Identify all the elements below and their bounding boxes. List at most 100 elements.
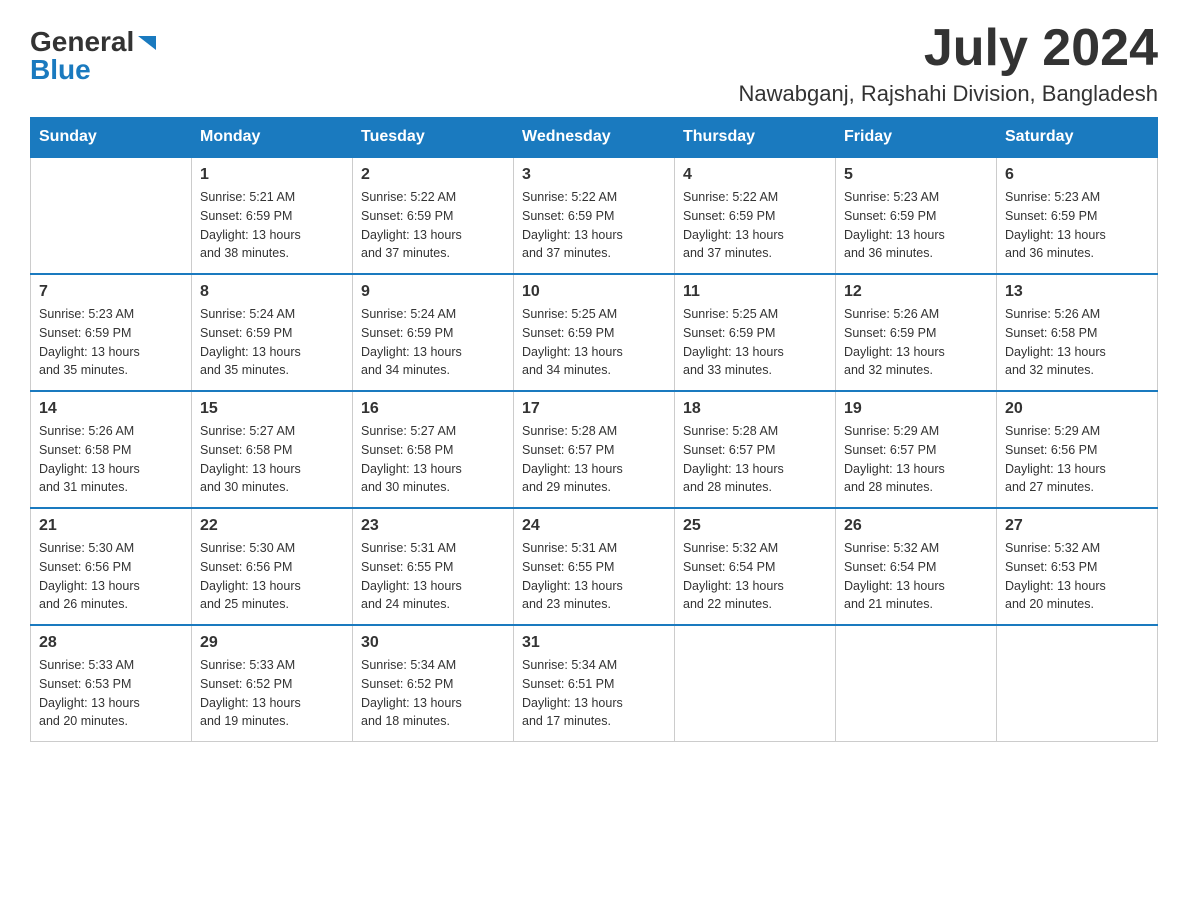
weekday-header-monday: Monday	[192, 118, 353, 158]
calendar-cell: 12 Sunrise: 5:26 AMSunset: 6:59 PMDayligh…	[836, 274, 997, 391]
calendar-week-row: 1 Sunrise: 5:21 AMSunset: 6:59 PMDaylight…	[31, 157, 1158, 274]
calendar-cell: 25Sunrise: 5:32 AMSunset: 6:54 PMDayligh…	[675, 508, 836, 625]
logo-general-text: General	[30, 28, 134, 56]
day-info: Sunrise: 5:32 AMSunset: 6:54 PMDaylight:…	[844, 539, 988, 614]
day-number: 1	[200, 166, 344, 184]
day-number: 31	[522, 634, 666, 652]
day-number: 15	[200, 400, 344, 418]
day-info: Sunrise: 5:28 AMSunset: 6:57 PMDaylight:…	[683, 422, 827, 497]
day-number: 12	[844, 283, 988, 301]
calendar-cell: 6Sunrise: 5:23 AMSunset: 6:59 PMDaylight…	[997, 157, 1158, 274]
weekday-header-wednesday: Wednesday	[514, 118, 675, 158]
calendar-week-row: 14 Sunrise: 5:26 AMSunset: 6:58 PMDayligh…	[31, 391, 1158, 508]
day-number: 8	[200, 283, 344, 301]
calendar-cell: 22 Sunrise: 5:30 AMSunset: 6:56 PMDayligh…	[192, 508, 353, 625]
day-info: Sunrise: 5:28 AMSunset: 6:57 PMDaylight:…	[522, 422, 666, 497]
calendar-cell: 19Sunrise: 5:29 AMSunset: 6:57 PMDayligh…	[836, 391, 997, 508]
day-number: 26	[844, 517, 988, 535]
day-info: Sunrise: 5:31 AMSunset: 6:55 PMDaylight:…	[361, 539, 505, 614]
day-number: 3	[522, 166, 666, 184]
day-info: Sunrise: 5:34 AMSunset: 6:52 PMDaylight:…	[361, 656, 505, 731]
day-info: Sunrise: 5:32 AMSunset: 6:53 PMDaylight:…	[1005, 539, 1149, 614]
logo-triangle-icon	[136, 32, 158, 54]
day-info: Sunrise: 5:24 AMSunset: 6:59 PMDaylight:…	[361, 305, 505, 380]
day-info: Sunrise: 5:29 AMSunset: 6:57 PMDaylight:…	[844, 422, 988, 497]
calendar-cell: 9 Sunrise: 5:24 AMSunset: 6:59 PMDaylight…	[353, 274, 514, 391]
day-info: Sunrise: 5:26 AMSunset: 6:58 PMDaylight:…	[39, 422, 183, 497]
calendar-cell: 8 Sunrise: 5:24 AMSunset: 6:59 PMDaylight…	[192, 274, 353, 391]
day-number: 20	[1005, 400, 1149, 418]
day-info: Sunrise: 5:22 AMSunset: 6:59 PMDaylight:…	[361, 188, 505, 263]
calendar-cell: 5Sunrise: 5:23 AMSunset: 6:59 PMDaylight…	[836, 157, 997, 274]
weekday-header-tuesday: Tuesday	[353, 118, 514, 158]
calendar-cell: 30 Sunrise: 5:34 AMSunset: 6:52 PMDayligh…	[353, 625, 514, 742]
calendar-cell: 26 Sunrise: 5:32 AMSunset: 6:54 PMDayligh…	[836, 508, 997, 625]
day-info: Sunrise: 5:23 AMSunset: 6:59 PMDaylight:…	[39, 305, 183, 380]
day-info: Sunrise: 5:21 AMSunset: 6:59 PMDaylight:…	[200, 188, 344, 263]
day-number: 11	[683, 283, 827, 301]
day-number: 27	[1005, 517, 1149, 535]
weekday-header-sunday: Sunday	[31, 118, 192, 158]
day-number: 14	[39, 400, 183, 418]
day-info: Sunrise: 5:33 AMSunset: 6:52 PMDaylight:…	[200, 656, 344, 731]
weekday-header-thursday: Thursday	[675, 118, 836, 158]
logo-blue-text: Blue	[30, 56, 91, 84]
day-number: 13	[1005, 283, 1149, 301]
day-number: 10	[522, 283, 666, 301]
day-info: Sunrise: 5:22 AMSunset: 6:59 PMDaylight:…	[522, 188, 666, 263]
calendar-cell: 31 Sunrise: 5:34 AMSunset: 6:51 PMDayligh…	[514, 625, 675, 742]
day-info: Sunrise: 5:23 AMSunset: 6:59 PMDaylight:…	[1005, 188, 1149, 263]
day-info: Sunrise: 5:27 AMSunset: 6:58 PMDaylight:…	[200, 422, 344, 497]
weekday-header-saturday: Saturday	[997, 118, 1158, 158]
day-number: 28	[39, 634, 183, 652]
day-info: Sunrise: 5:32 AMSunset: 6:54 PMDaylight:…	[683, 539, 827, 614]
calendar-cell: 11 Sunrise: 5:25 AMSunset: 6:59 PMDayligh…	[675, 274, 836, 391]
weekday-header-row: SundayMondayTuesdayWednesdayThursdayFrid…	[31, 118, 1158, 158]
calendar-cell: 16Sunrise: 5:27 AMSunset: 6:58 PMDayligh…	[353, 391, 514, 508]
calendar-cell: 10 Sunrise: 5:25 AMSunset: 6:59 PMDayligh…	[514, 274, 675, 391]
day-number: 7	[39, 283, 183, 301]
day-info: Sunrise: 5:25 AMSunset: 6:59 PMDaylight:…	[683, 305, 827, 380]
day-info: Sunrise: 5:29 AMSunset: 6:56 PMDaylight:…	[1005, 422, 1149, 497]
calendar-cell: 13 Sunrise: 5:26 AMSunset: 6:58 PMDayligh…	[997, 274, 1158, 391]
day-number: 30	[361, 634, 505, 652]
calendar-cell: 15 Sunrise: 5:27 AMSunset: 6:58 PMDayligh…	[192, 391, 353, 508]
day-number: 5	[844, 166, 988, 184]
month-year-title: July 2024	[739, 20, 1158, 77]
location-subtitle: Nawabganj, Rajshahi Division, Bangladesh	[739, 81, 1158, 107]
day-number: 22	[200, 517, 344, 535]
day-number: 18	[683, 400, 827, 418]
day-number: 2	[361, 166, 505, 184]
calendar-week-row: 21 Sunrise: 5:30 AMSunset: 6:56 PMDayligh…	[31, 508, 1158, 625]
calendar-cell	[836, 625, 997, 742]
title-block: July 2024 Nawabganj, Rajshahi Division, …	[739, 20, 1158, 107]
day-info: Sunrise: 5:25 AMSunset: 6:59 PMDaylight:…	[522, 305, 666, 380]
day-info: Sunrise: 5:26 AMSunset: 6:59 PMDaylight:…	[844, 305, 988, 380]
calendar-cell: 20 Sunrise: 5:29 AMSunset: 6:56 PMDayligh…	[997, 391, 1158, 508]
day-info: Sunrise: 5:30 AMSunset: 6:56 PMDaylight:…	[200, 539, 344, 614]
calendar-cell: 3 Sunrise: 5:22 AMSunset: 6:59 PMDaylight…	[514, 157, 675, 274]
day-number: 17	[522, 400, 666, 418]
calendar-week-row: 28 Sunrise: 5:33 AMSunset: 6:53 PMDayligh…	[31, 625, 1158, 742]
day-info: Sunrise: 5:33 AMSunset: 6:53 PMDaylight:…	[39, 656, 183, 731]
calendar-cell: 27 Sunrise: 5:32 AMSunset: 6:53 PMDayligh…	[997, 508, 1158, 625]
calendar-cell	[675, 625, 836, 742]
calendar-cell: 4Sunrise: 5:22 AMSunset: 6:59 PMDaylight…	[675, 157, 836, 274]
day-info: Sunrise: 5:24 AMSunset: 6:59 PMDaylight:…	[200, 305, 344, 380]
calendar-cell: 18 Sunrise: 5:28 AMSunset: 6:57 PMDayligh…	[675, 391, 836, 508]
day-number: 16	[361, 400, 505, 418]
calendar-cell: 28 Sunrise: 5:33 AMSunset: 6:53 PMDayligh…	[31, 625, 192, 742]
calendar-cell	[31, 157, 192, 274]
calendar-cell: 29Sunrise: 5:33 AMSunset: 6:52 PMDayligh…	[192, 625, 353, 742]
day-number: 23	[361, 517, 505, 535]
calendar-table: SundayMondayTuesdayWednesdayThursdayFrid…	[30, 117, 1158, 742]
calendar-cell: 24Sunrise: 5:31 AMSunset: 6:55 PMDayligh…	[514, 508, 675, 625]
calendar-cell	[997, 625, 1158, 742]
calendar-cell: 14 Sunrise: 5:26 AMSunset: 6:58 PMDayligh…	[31, 391, 192, 508]
day-info: Sunrise: 5:26 AMSunset: 6:58 PMDaylight:…	[1005, 305, 1149, 380]
day-number: 4	[683, 166, 827, 184]
day-number: 9	[361, 283, 505, 301]
day-info: Sunrise: 5:34 AMSunset: 6:51 PMDaylight:…	[522, 656, 666, 731]
calendar-week-row: 7 Sunrise: 5:23 AMSunset: 6:59 PMDaylight…	[31, 274, 1158, 391]
day-number: 21	[39, 517, 183, 535]
